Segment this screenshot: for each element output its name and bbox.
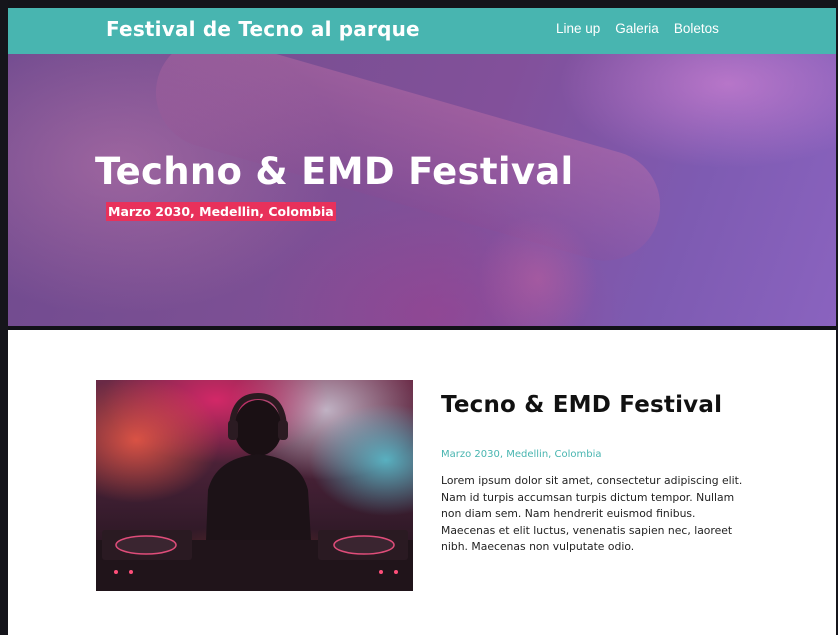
festival-date-location: Marzo 2030, Medellin, Colombia xyxy=(441,449,602,460)
dj-silhouette-graphic xyxy=(96,392,413,591)
navbar: Festival de Tecno al parque Line up Gale… xyxy=(8,8,836,54)
festival-description: Lorem ipsum dolor sit amet, consectetur … xyxy=(441,474,743,553)
hero-hand-shape xyxy=(478,214,598,326)
nav-link-galeria[interactable]: Galeria xyxy=(615,21,659,36)
window-left-edge xyxy=(0,0,8,635)
festival-title: Tecno & EMD Festival xyxy=(441,392,723,418)
dj-photo xyxy=(96,380,413,591)
nav-links: Line up Galeria Boletos xyxy=(556,21,719,36)
nav-link-boletos[interactable]: Boletos xyxy=(674,21,719,36)
hero-banner: Techno & EMD Festival Marzo 2030, Medell… xyxy=(8,54,836,326)
window-top-strip xyxy=(0,0,838,8)
site-brand[interactable]: Festival de Tecno al parque xyxy=(106,17,420,41)
nav-link-line-up[interactable]: Line up xyxy=(556,21,600,36)
hero-title: Techno & EMD Festival xyxy=(95,150,574,193)
hero-date-location: Marzo 2030, Medellin, Colombia xyxy=(106,202,336,221)
festival-info-section: Tecno & EMD Festival Marzo 2030, Medelli… xyxy=(8,330,836,635)
